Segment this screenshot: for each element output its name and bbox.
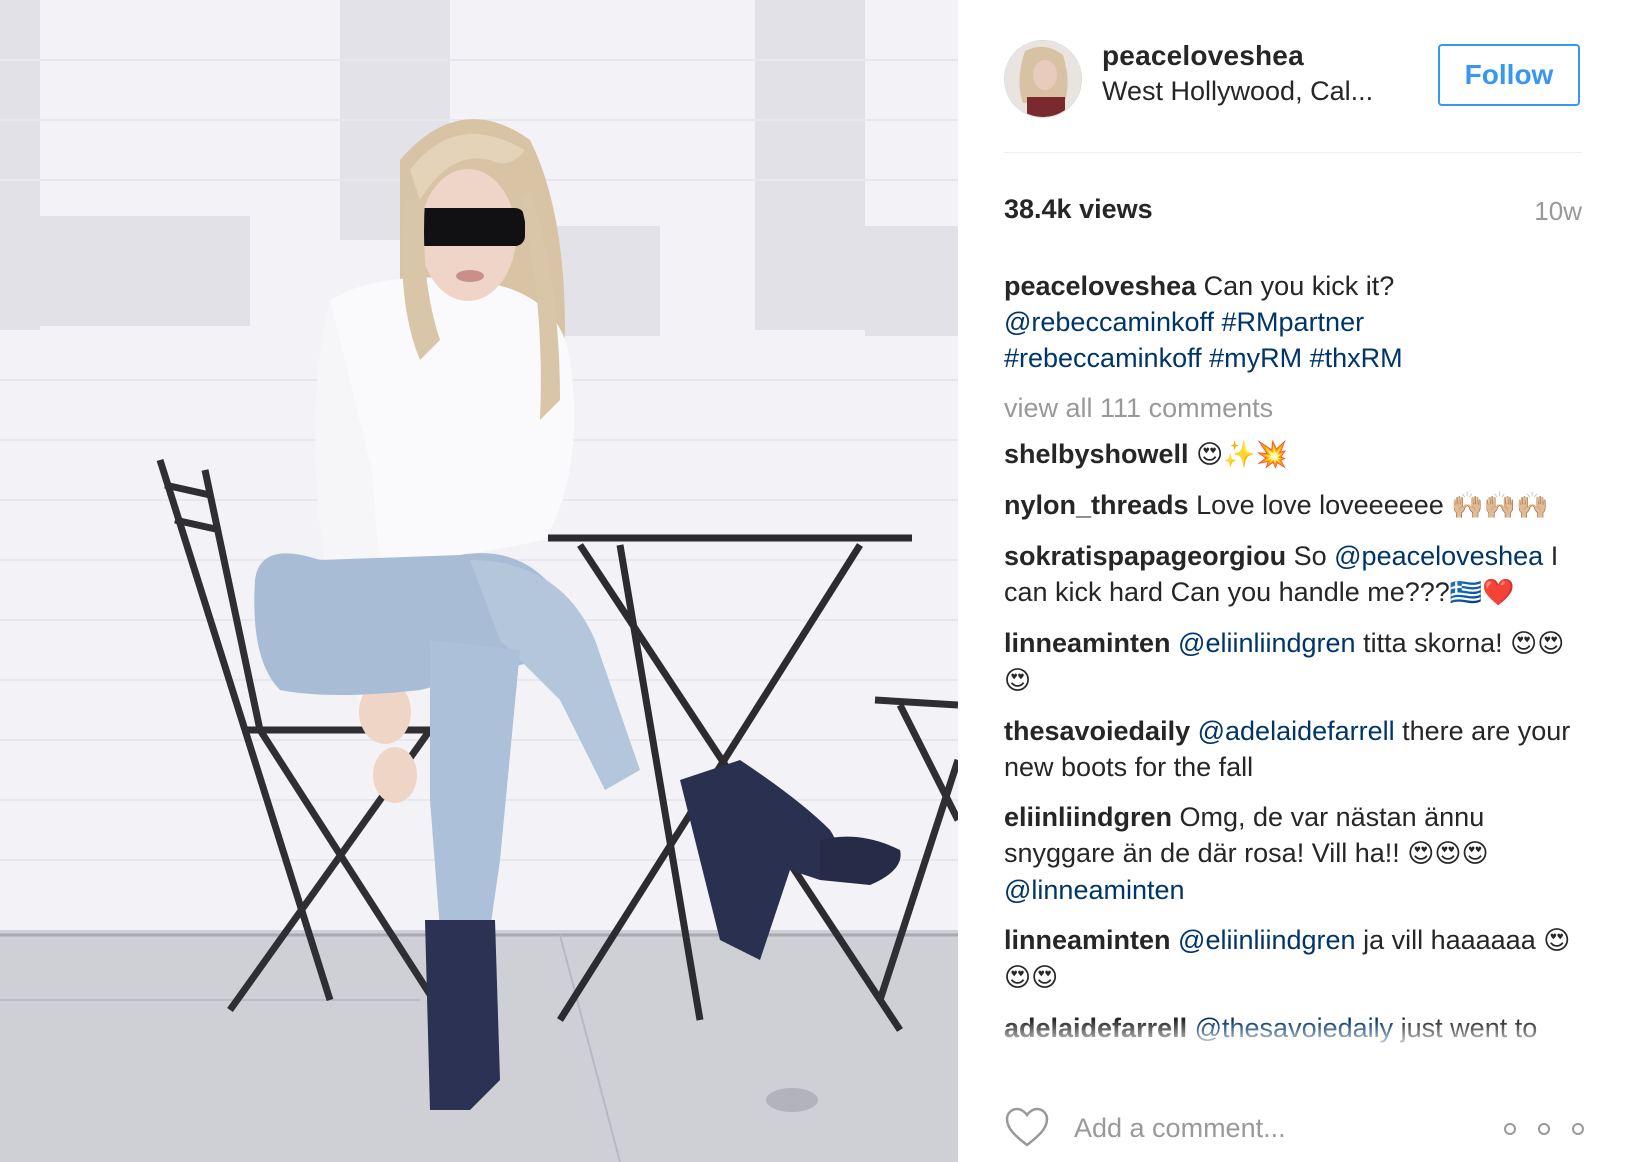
- dot-icon: [1538, 1123, 1550, 1135]
- comments-list[interactable]: peaceloveshea Can you kick it? @rebeccam…: [1004, 268, 1586, 1058]
- comment-username[interactable]: thesavoiedaily: [1004, 716, 1190, 746]
- hashtag-link[interactable]: #RMpartner: [1222, 307, 1365, 337]
- avatar[interactable]: [1004, 40, 1082, 118]
- caption-text: Can you kick it?: [1203, 271, 1395, 301]
- post-media[interactable]: [0, 0, 958, 1162]
- comment: linneaminten @eliinliindgren titta skorn…: [1004, 625, 1586, 699]
- caption-mention[interactable]: @rebeccaminkoff: [1004, 307, 1214, 337]
- comments-fade: [1004, 1020, 1586, 1058]
- footer-divider: [1004, 1072, 1582, 1073]
- heart-outline-icon[interactable]: [1004, 1106, 1050, 1148]
- post-author-username[interactable]: peaceloveshea: [1102, 40, 1304, 72]
- comment-text: So: [1293, 541, 1327, 571]
- add-comment-input[interactable]: [1074, 1106, 1494, 1150]
- comment: sokratispapageorgiou So @peaceloveshea I…: [1004, 538, 1586, 611]
- heart-outline-icon-svg: [1005, 1107, 1049, 1147]
- comment-username[interactable]: linneaminten: [1004, 628, 1171, 658]
- dot-icon: [1572, 1123, 1584, 1135]
- comment: nylon_threads Love love loveeeeee 🙌🏼🙌🏼🙌🏼: [1004, 487, 1586, 524]
- comment-username[interactable]: eliinliindgren: [1004, 802, 1172, 832]
- comment-username[interactable]: shelbyshowell: [1004, 439, 1189, 469]
- comment: shelbyshowell 😍✨💥: [1004, 436, 1586, 473]
- comment: eliinliindgren Omg, de var nästan ännu s…: [1004, 799, 1586, 908]
- view-all-comments-link[interactable]: view all 111 comments: [1004, 390, 1586, 426]
- view-count[interactable]: 38.4k views: [1004, 194, 1153, 225]
- comment: thesavoiedaily @adelaidefarrell there ar…: [1004, 713, 1586, 785]
- comment: linneaminten @eliinliindgren ja vill haa…: [1004, 922, 1586, 996]
- more-options-icon[interactable]: [1504, 1112, 1584, 1146]
- comment-text: titta skorna!: [1363, 628, 1503, 658]
- follow-button[interactable]: Follow: [1438, 44, 1580, 106]
- caption: peaceloveshea Can you kick it? @rebeccam…: [1004, 268, 1586, 376]
- comment-username[interactable]: sokratispapageorgiou: [1004, 541, 1286, 571]
- comment-mention[interactable]: @adelaidefarrell: [1198, 716, 1395, 746]
- comment-emoji: 😍😍😍: [1407, 839, 1489, 869]
- hashtag-link[interactable]: #thxRM: [1310, 343, 1403, 373]
- comment-text: Love love loveeeeee: [1196, 490, 1444, 520]
- comment-username[interactable]: linneaminten: [1004, 925, 1171, 955]
- comment-mention[interactable]: @peaceloveshea: [1334, 541, 1543, 571]
- post-photo: [0, 0, 958, 1162]
- comment-mention[interactable]: @eliinliindgren: [1178, 628, 1356, 658]
- hashtag-link[interactable]: #rebeccaminkoff: [1004, 343, 1202, 373]
- comment-emoji: 🇬🇷❤️: [1449, 578, 1515, 608]
- comment-mention[interactable]: @linneaminten: [1004, 875, 1185, 905]
- avatar-image: [1005, 41, 1081, 117]
- post-panel: peaceloveshea West Hollywood, Cal... Fol…: [958, 0, 1626, 1162]
- comment-emoji: 🙌🏼🙌🏼🙌🏼: [1451, 491, 1549, 521]
- post-age[interactable]: 10w: [1534, 196, 1582, 227]
- comment-text: ja vill haaaaaa: [1363, 925, 1536, 955]
- comment-username[interactable]: nylon_threads: [1004, 490, 1189, 520]
- header-divider: [1004, 152, 1582, 153]
- comment-mention[interactable]: @eliinliindgren: [1178, 925, 1356, 955]
- hashtag-link[interactable]: #myRM: [1209, 343, 1302, 373]
- post-location[interactable]: West Hollywood, Cal...: [1102, 76, 1373, 107]
- dot-icon: [1504, 1123, 1516, 1135]
- caption-username[interactable]: peaceloveshea: [1004, 271, 1196, 301]
- comment-emoji: 😍✨💥: [1196, 440, 1288, 470]
